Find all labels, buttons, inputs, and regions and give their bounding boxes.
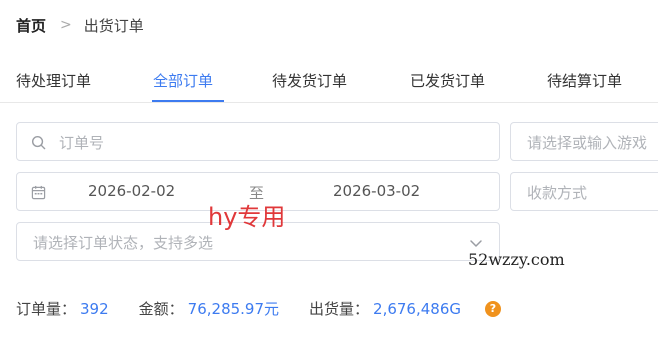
- tab-to-ship[interactable]: 待发货订单: [272, 70, 347, 91]
- active-tab-indicator: [152, 100, 224, 102]
- breadcrumb-separator: >: [60, 17, 72, 33]
- breadcrumb-home[interactable]: 首页: [16, 15, 46, 36]
- order-number-placeholder: 订单号: [59, 134, 105, 152]
- watermark-text: hy专用: [208, 203, 286, 231]
- payment-method-select[interactable]: 收款方式: [510, 172, 658, 211]
- game-select[interactable]: 请选择或输入游戏: [510, 122, 658, 161]
- breadcrumb: 首页 > 出货订单: [16, 14, 144, 36]
- amount-value: 76,285.97元: [187, 300, 280, 318]
- tab-to-settle[interactable]: 待结算订单: [547, 70, 622, 91]
- game-select-placeholder: 请选择或输入游戏: [527, 134, 648, 152]
- order-count-value: 392: [80, 299, 109, 318]
- date-end[interactable]: 2026-03-02: [333, 182, 420, 200]
- help-icon[interactable]: ?: [485, 300, 501, 317]
- tab-all[interactable]: 全部订单: [153, 70, 213, 91]
- order-count-label: 订单量：: [16, 300, 77, 318]
- order-tabs: 待处理订单 全部订单 待发货订单 已发货订单 待结算订单: [0, 62, 658, 103]
- site-stamp: 52wzzy.com: [468, 250, 565, 269]
- payment-method-placeholder: 收款方式: [527, 184, 588, 202]
- date-start[interactable]: 2026-02-02: [88, 182, 175, 200]
- tab-pending[interactable]: 待处理订单: [16, 70, 91, 91]
- order-number-input[interactable]: 订单号: [16, 122, 500, 161]
- tab-shipped[interactable]: 已发货订单: [410, 70, 485, 91]
- amount-label: 金额：: [138, 300, 184, 318]
- calendar-icon: [31, 185, 46, 200]
- breadcrumb-current: 出货订单: [83, 16, 144, 35]
- chevron-down-icon: [470, 240, 482, 247]
- search-icon: [31, 135, 46, 150]
- shipment-label: 出货量：: [309, 300, 370, 318]
- order-status-placeholder: 请选择订单状态，支持多选: [33, 234, 214, 252]
- shipment-value: 2,676,486G: [373, 299, 461, 318]
- stats-summary: 订单量： 392 金额： 76,285.97元 出货量： 2,676,486G …: [16, 298, 501, 319]
